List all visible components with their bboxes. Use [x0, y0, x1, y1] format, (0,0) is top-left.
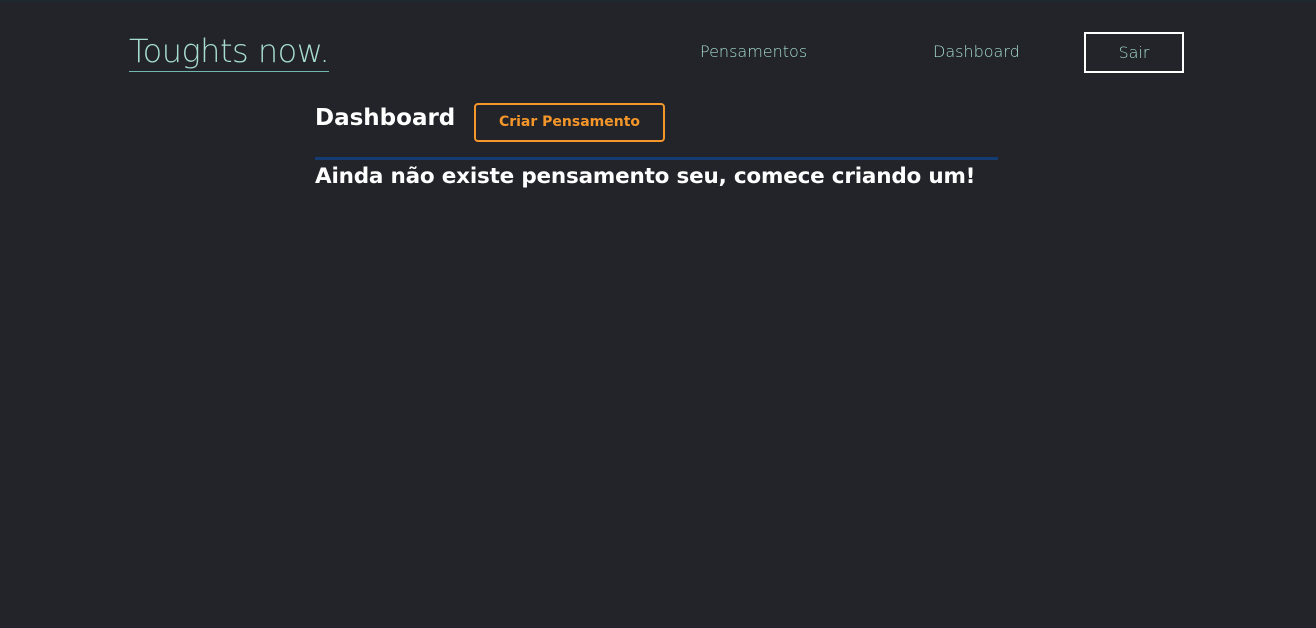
nav-link-dashboard[interactable]: Dashboard — [933, 42, 1020, 62]
create-thought-button[interactable]: Criar Pensamento — [474, 103, 665, 142]
dashboard-header: Dashboard Criar Pensamento — [315, 101, 998, 160]
dashboard-main: Dashboard Criar Pensamento Ainda não exi… — [315, 101, 998, 192]
page-title: Dashboard — [315, 105, 456, 131]
navbar: Toughts now. Pensamentos Dashboard Sair — [0, 1, 1316, 91]
nav-link-pensamentos[interactable]: Pensamentos — [700, 42, 807, 62]
empty-state-message: Ainda não existe pensamento seu, comece … — [315, 164, 976, 189]
logout-button[interactable]: Sair — [1084, 32, 1184, 73]
logo-link[interactable]: Toughts now. — [129, 32, 330, 72]
